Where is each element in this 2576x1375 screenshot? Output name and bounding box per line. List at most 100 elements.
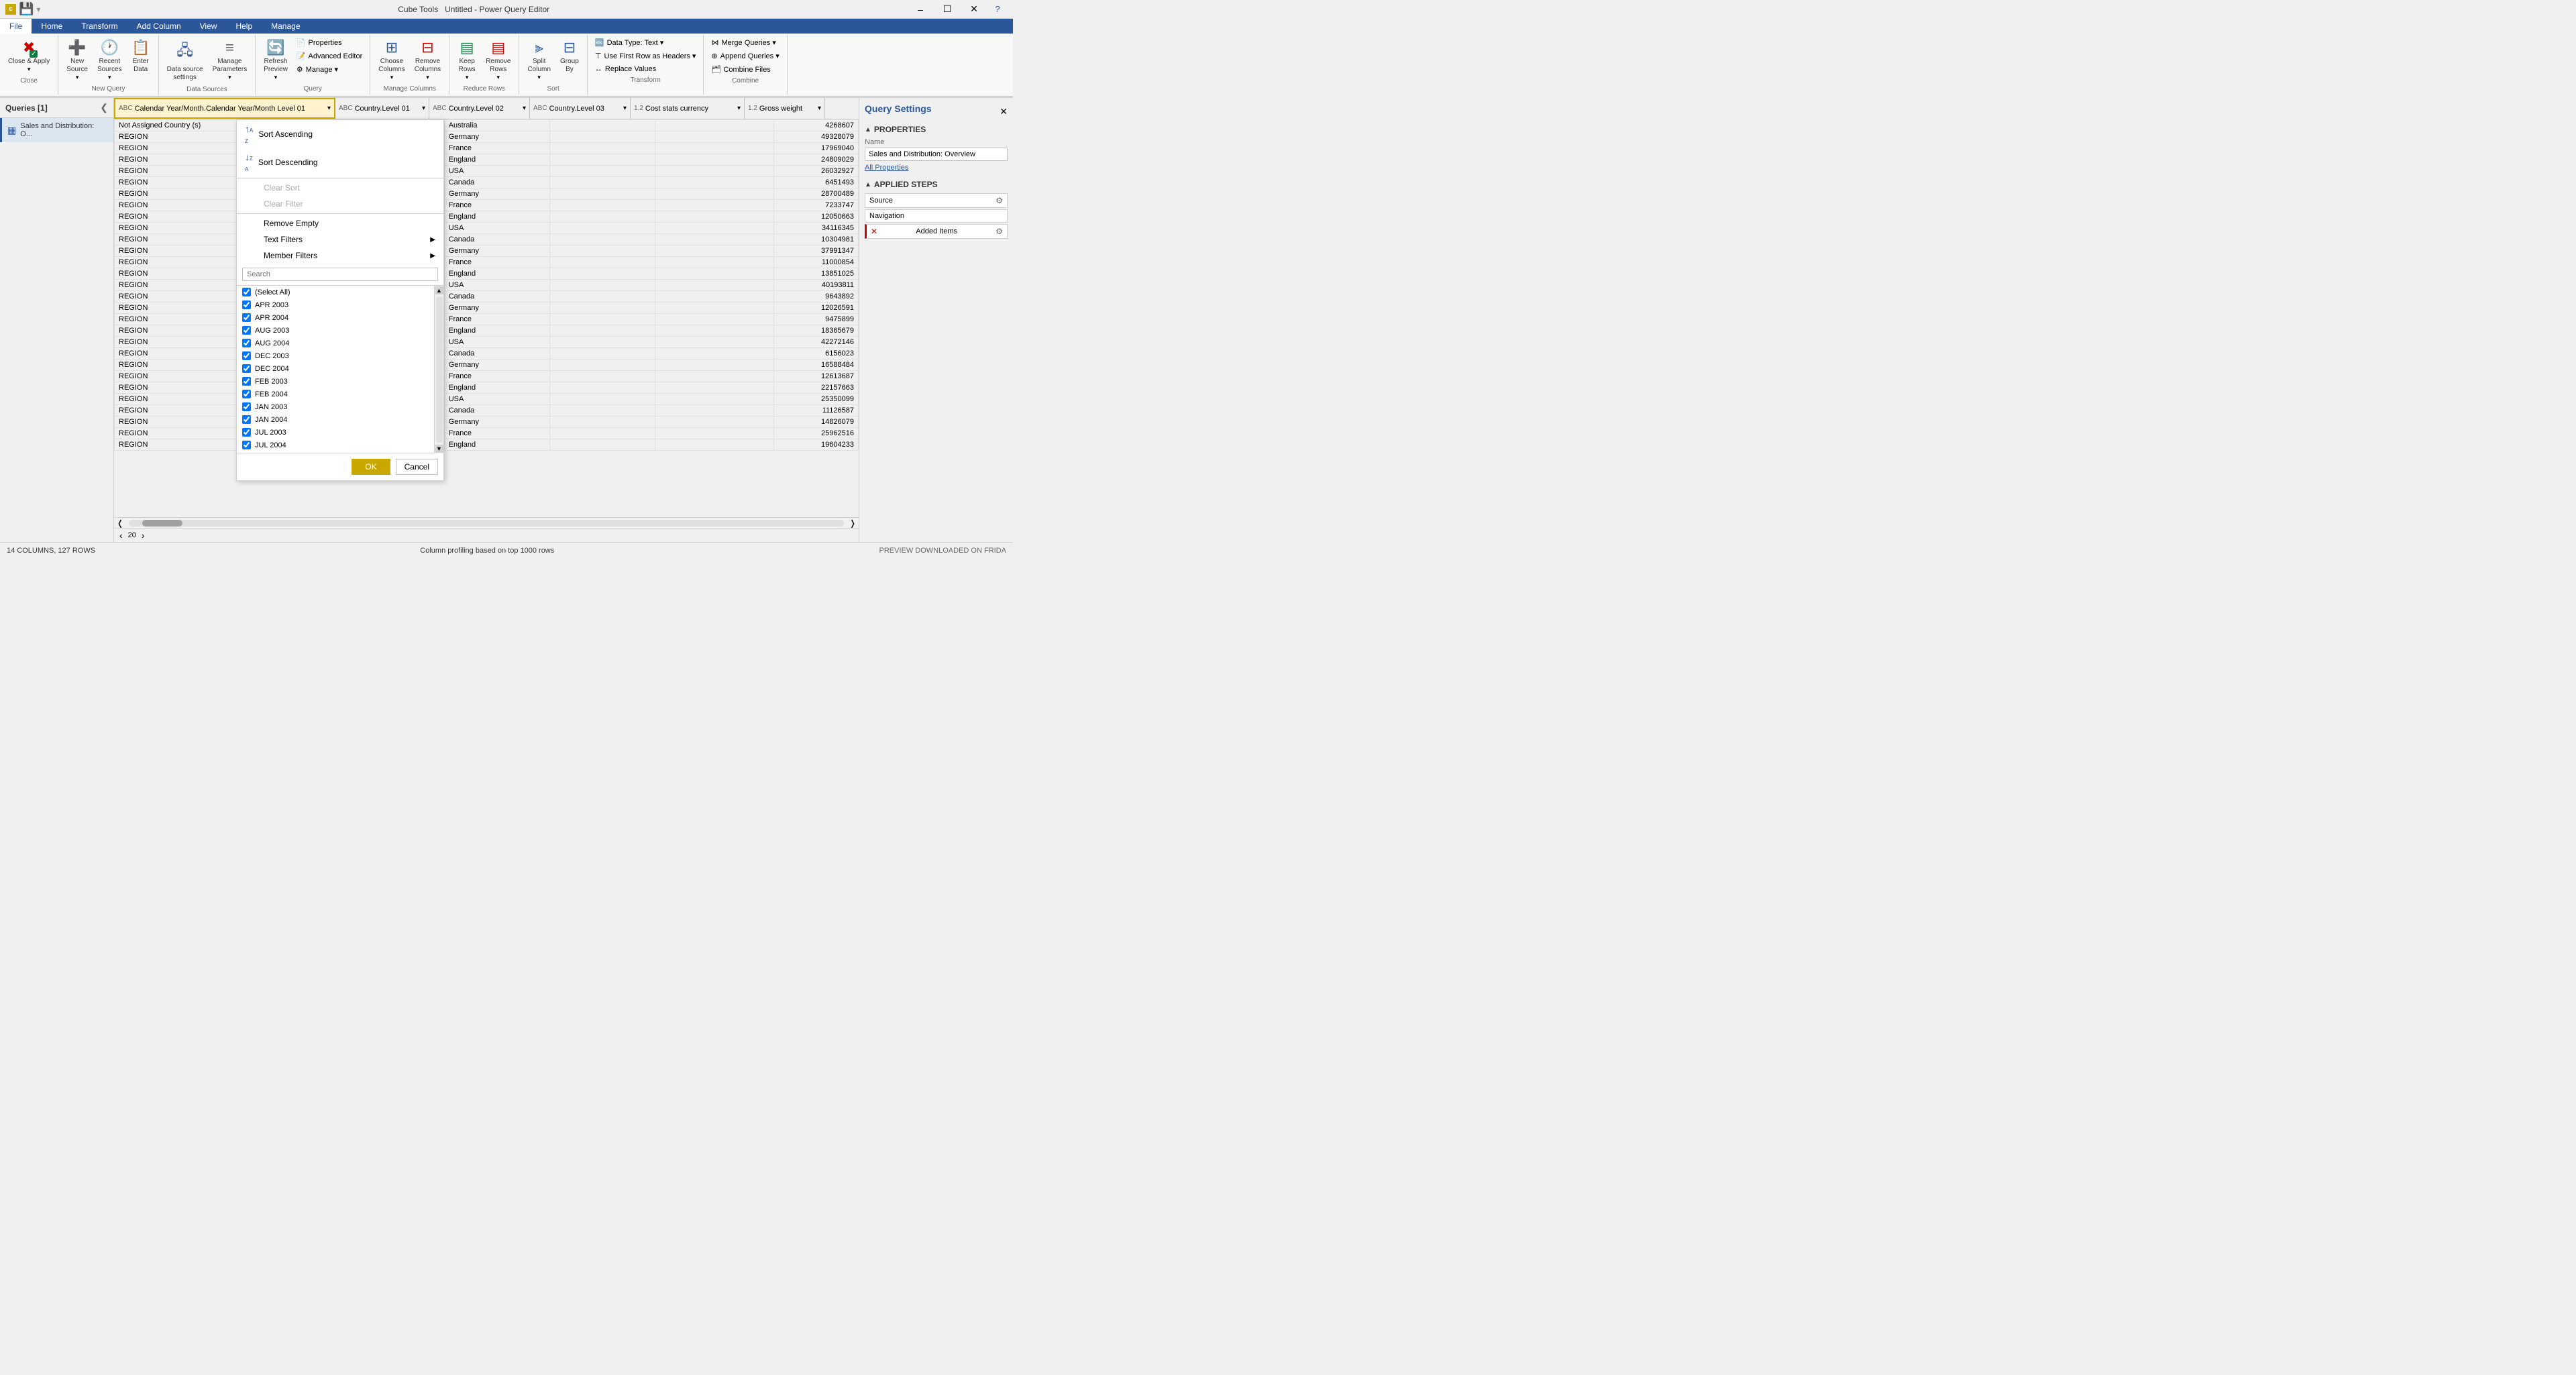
all-properties-link[interactable]: All Properties <box>865 164 1008 172</box>
minimize-btn[interactable]: – <box>907 0 934 19</box>
table-row[interactable]: REGIONEUROPEGermany49328079 <box>115 131 859 143</box>
choose-columns-button[interactable]: ⊞ ChooseColumns ▾ <box>374 36 409 84</box>
filter-checkbox-select-all[interactable] <box>242 288 251 296</box>
table-row[interactable]: REGIONEUROPEEngland19604233 <box>115 439 859 451</box>
filter-checkbox-jan2003[interactable] <box>242 402 251 411</box>
close-btn[interactable]: ✕ <box>961 0 987 19</box>
step-source[interactable]: Source ⚙ <box>865 193 1008 208</box>
filter-search-input[interactable] <box>242 268 438 281</box>
page-left-arrow[interactable]: ‹ <box>117 530 125 541</box>
data-grid[interactable]: Not Assigned Country (s)Australia4268607… <box>114 119 859 517</box>
filter-checkbox-jan2004[interactable] <box>242 415 251 424</box>
recent-sources-dropdown[interactable]: ▾ <box>108 74 111 81</box>
new-source-button[interactable]: ➕ NewSource ▾ <box>62 36 92 84</box>
table-row[interactable]: REGIONEUROPEGermany14826079 <box>115 417 859 428</box>
col3-dropdown-arrow[interactable]: ▾ <box>523 105 526 112</box>
tab-file[interactable]: File <box>0 19 32 34</box>
filter-checkbox-jul2003[interactable] <box>242 428 251 437</box>
name-prop-input[interactable] <box>865 148 1008 161</box>
tab-manage[interactable]: Manage <box>262 19 309 34</box>
member-filters-item[interactable]: Member Filters ▶ <box>237 248 443 264</box>
table-row[interactable]: REGIONAMERICAUSA42272146 <box>115 337 859 348</box>
filter-checkbox-apr2004[interactable] <box>242 313 251 322</box>
data-type-button[interactable]: 🔤 Data Type: Text ▾ <box>592 36 700 49</box>
use-first-row-button[interactable]: ⊤ Use First Row as Headers ▾ <box>592 50 700 62</box>
filter-ok-button[interactable]: OK <box>352 459 390 475</box>
h-scroll-right-arrow[interactable]: ❭ <box>847 518 859 528</box>
save-icon[interactable]: 💾 <box>19 2 34 16</box>
combine-files-button[interactable]: 🗂 Combine Files <box>708 63 782 76</box>
filter-list-scrollbar[interactable]: ▲ ▼ <box>434 286 443 453</box>
filter-checkbox-aug2003[interactable] <box>242 326 251 335</box>
maximize-btn[interactable]: ☐ <box>934 0 961 19</box>
table-row[interactable]: REGIONEUROPEFrance17969040 <box>115 143 859 154</box>
remove-rows-button[interactable]: ▤ RemoveRows ▾ <box>482 36 515 84</box>
tab-help[interactable]: Help <box>226 19 262 34</box>
filter-item-jun2003[interactable]: JUN 2003 <box>237 451 434 453</box>
help-btn[interactable]: ? <box>987 0 1008 19</box>
remove-empty-item[interactable]: Remove Empty <box>237 215 443 231</box>
h-scroll-thumb[interactable] <box>142 520 182 527</box>
tab-view[interactable]: View <box>191 19 227 34</box>
filter-checkbox-feb2004[interactable] <box>242 390 251 398</box>
step-added-items-gear-icon[interactable]: ⚙ <box>996 227 1003 236</box>
col-header-6[interactable]: 1.2 Gross weight ▾ <box>745 98 825 119</box>
col-header-4[interactable]: ABC Country.Level 03 ▾ <box>530 98 631 119</box>
filter-item-aug2003[interactable]: AUG 2003 <box>237 324 434 337</box>
filter-item-jul2004[interactable]: JUL 2004 <box>237 439 434 451</box>
remove-rows-dropdown[interactable]: ▾ <box>497 74 500 81</box>
merge-queries-button[interactable]: ⋈ Merge Queries ▾ <box>708 36 782 49</box>
manage-button[interactable]: ⚙ Manage ▾ <box>293 63 366 76</box>
page-right-arrow[interactable]: › <box>139 530 148 541</box>
step-added-items[interactable]: ✕ Added Items ⚙ <box>865 224 1008 239</box>
col6-dropdown-arrow[interactable]: ▾ <box>818 105 821 112</box>
table-row[interactable]: REGIONEUROPEEngland18365679 <box>115 325 859 337</box>
manage-parameters-button[interactable]: ≡ ManageParameters ▾ <box>209 36 252 84</box>
filter-checkbox-jul2004[interactable] <box>242 441 251 449</box>
filter-checkbox-feb2003[interactable] <box>242 377 251 386</box>
filter-cancel-button[interactable]: Cancel <box>396 459 438 475</box>
table-row[interactable]: REGIONEUROPEFrance7233747 <box>115 200 859 211</box>
tab-add-column[interactable]: Add Column <box>127 19 191 34</box>
new-source-dropdown[interactable]: ▾ <box>76 74 79 81</box>
filter-item-feb2003[interactable]: FEB 2003 <box>237 375 434 388</box>
filter-item-jan2003[interactable]: JAN 2003 <box>237 400 434 413</box>
split-column-dropdown[interactable]: ▾ <box>537 74 541 81</box>
ribbon-collapse-btn[interactable]: ▴ <box>1000 19 1006 34</box>
filter-checkbox-aug2004[interactable] <box>242 339 251 347</box>
filter-checkbox-dec2004[interactable] <box>242 364 251 373</box>
close-apply-button[interactable]: ✖ ✓ Close & Apply ▾ <box>4 36 54 76</box>
table-row[interactable]: REGIONEUROPEFrance25962516 <box>115 428 859 439</box>
manage-parameters-dropdown[interactable]: ▾ <box>228 74 231 81</box>
enter-data-button[interactable]: 📋 EnterData <box>127 36 154 76</box>
scroll-thumb[interactable] <box>436 296 443 443</box>
filter-item-apr2004[interactable]: APR 2004 <box>237 311 434 324</box>
table-row[interactable]: Not Assigned Country (s)Australia4268607 <box>115 120 859 131</box>
refresh-preview-dropdown[interactable]: ▾ <box>274 74 278 81</box>
advanced-editor-button[interactable]: 📝 Advanced Editor <box>293 50 366 62</box>
table-row[interactable]: REGIONEUROPEEngland13851025 <box>115 268 859 280</box>
keep-rows-dropdown[interactable]: ▾ <box>466 74 469 81</box>
replace-values-button[interactable]: ↔ Replace Values <box>592 63 700 75</box>
col-header-5[interactable]: 1.2 Cost stats currency ▾ <box>631 98 745 119</box>
col-header-2[interactable]: ABC Country.Level 01 ▾ <box>335 98 429 119</box>
table-row[interactable]: REGIONAMERICACanada10304981 <box>115 234 859 245</box>
col4-dropdown-arrow[interactable]: ▾ <box>623 105 627 112</box>
col-header-1[interactable]: ABC Calendar Year/Month.Calendar Year/Mo… <box>114 98 335 119</box>
tab-transform[interactable]: Transform <box>72 19 127 34</box>
text-filters-item[interactable]: Text Filters ▶ <box>237 231 443 248</box>
filter-checkbox-apr2003[interactable] <box>242 300 251 309</box>
filter-item-dec2003[interactable]: DEC 2003 <box>237 349 434 362</box>
keep-rows-button[interactable]: ▤ KeepRows ▾ <box>453 36 480 84</box>
filter-item-jan2004[interactable]: JAN 2004 <box>237 413 434 426</box>
queries-panel-collapse[interactable]: ❮ <box>100 102 108 113</box>
col-header-3[interactable]: ABC Country.Level 02 ▾ <box>429 98 530 119</box>
remove-columns-button[interactable]: ⊟ RemoveColumns ▾ <box>411 36 445 84</box>
step-navigation[interactable]: Navigation <box>865 209 1008 223</box>
group-by-button[interactable]: ⊟ GroupBy <box>556 36 583 76</box>
col2-dropdown-arrow[interactable]: ▾ <box>422 105 425 112</box>
split-column-button[interactable]: ⫸ SplitColumn ▾ <box>523 36 554 84</box>
col5-dropdown-arrow[interactable]: ▾ <box>737 105 741 112</box>
data-source-settings-button[interactable]: 🖧 Data sourcesettings <box>163 36 207 85</box>
table-row[interactable]: REGIONEUROPEFrance11000854 <box>115 257 859 268</box>
